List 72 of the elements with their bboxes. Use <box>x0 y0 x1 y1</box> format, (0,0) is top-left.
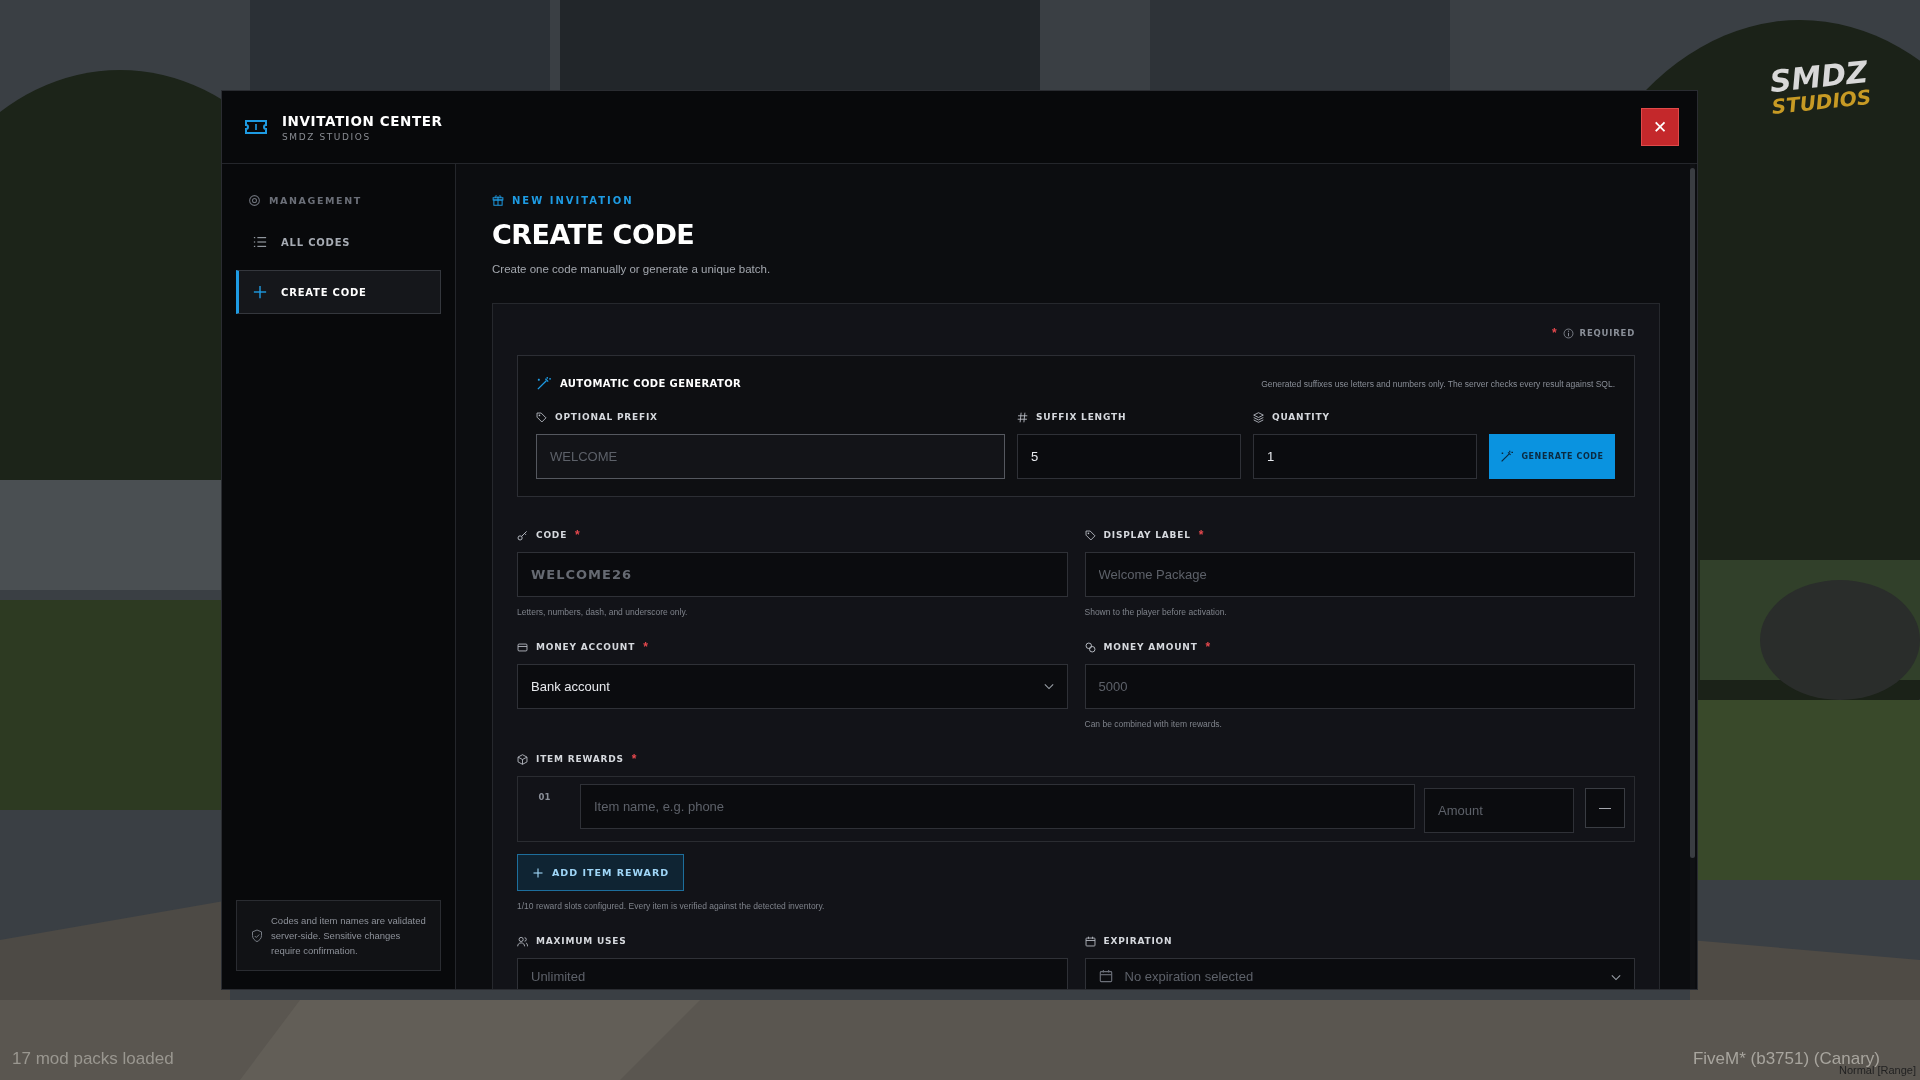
required-mark: * <box>575 528 580 542</box>
page-title: CREATE CODE <box>492 219 696 250</box>
input-field[interactable]: WELCOME26 <box>517 552 1068 597</box>
layers-icon <box>1253 411 1264 423</box>
chevron-down-icon <box>1043 683 1054 690</box>
shield-icon <box>251 928 263 943</box>
input-field[interactable]: Item name, e.g. phone <box>580 784 1415 829</box>
chevron-down-icon <box>1611 974 1621 981</box>
row-index: 01 <box>537 791 552 802</box>
input-field[interactable]: WELCOME <box>536 434 1005 479</box>
generate-button[interactable]: GENERATE CODE <box>1489 434 1615 479</box>
tag-icon <box>536 411 547 423</box>
tag-icon <box>1084 529 1096 541</box>
calendar-icon <box>1084 935 1096 947</box>
required-mark: * <box>1551 326 1557 340</box>
field-label: ITEM REWARDS <box>536 754 624 764</box>
field-label: CODE <box>536 530 568 540</box>
add-item-button[interactable]: ADD ITEM REWARD <box>517 854 685 891</box>
select-field[interactable]: Bank account <box>517 664 1068 709</box>
info-text: Codes and item names are validated server-side. Sensitive changes require confirmation. <box>271 914 426 958</box>
field-label: SUFFIX LENGTH <box>1036 412 1127 422</box>
generator-title: AUTOMATIC CODE GENERATOR <box>560 378 742 389</box>
sidebar-item[interactable]: ALL CODES <box>236 220 441 264</box>
logo: SMDZ STUDIOS <box>1767 56 1873 118</box>
input-field[interactable]: 5 <box>1017 434 1241 479</box>
required-mark: * <box>1205 640 1211 654</box>
list-icon <box>253 235 267 249</box>
required-mark: * <box>643 640 648 654</box>
window-subtitle: SMDZ STUDIOS <box>282 131 372 142</box>
plus-icon <box>532 866 544 879</box>
field-hint: Can be combined with item rewards. <box>1084 719 1223 731</box>
required-mark: * <box>1198 528 1204 542</box>
sidebar-item[interactable]: CREATE CODE <box>236 270 441 314</box>
status-text: FiveM* (b3751) (Canary) <box>1692 1049 1880 1068</box>
input-field[interactable]: 5000 <box>1084 664 1635 709</box>
input-field[interactable]: Welcome Package <box>1084 552 1635 597</box>
input-field[interactable]: Amount <box>1424 788 1574 833</box>
window-title: INVITATION CENTER <box>282 112 443 129</box>
field-label: OPTIONAL PREFIX <box>555 412 658 422</box>
field-hint: Shown to the player before activation. <box>1084 607 1228 619</box>
generator-note: Generated suffixes use letters and numbers only. The server checks every result against SQL. <box>1261 378 1615 389</box>
remove-button[interactable]: — <box>1585 788 1625 828</box>
field-label: MONEY AMOUNT <box>1103 642 1198 652</box>
calendar-icon <box>1098 969 1113 983</box>
field-label: QUANTITY <box>1272 412 1330 422</box>
gear-icon <box>248 193 261 207</box>
status-text: 17 mod packs loaded <box>12 1049 174 1069</box>
wand-icon <box>536 376 551 391</box>
ticket-icon <box>244 119 268 135</box>
required-mark: * <box>631 752 637 766</box>
users-icon <box>517 935 528 947</box>
page-subtitle: Create one code manually or generate a unique batch. <box>492 263 772 275</box>
coins-icon <box>1084 641 1096 653</box>
eyebrow-label: NEW INVITATION <box>512 194 634 206</box>
field-label: MONEY ACCOUNT <box>536 642 636 652</box>
input-field[interactable]: 1 <box>1253 434 1477 479</box>
sidebar-heading: MANAGEMENT <box>269 194 362 206</box>
field-hint: Letters, numbers, dash, and underscore only. <box>517 607 689 619</box>
field-label: MAXIMUM USES <box>536 936 627 946</box>
key-icon <box>517 529 528 541</box>
close-button[interactable]: ✕ <box>1641 108 1679 146</box>
gift-icon <box>492 194 504 206</box>
wand-icon <box>1500 450 1514 463</box>
wallet-icon <box>517 641 528 653</box>
box-icon <box>517 753 528 765</box>
plus-icon <box>253 285 267 299</box>
required-label: REQUIRED <box>1579 328 1635 338</box>
field-label: DISPLAY LABEL <box>1103 530 1191 540</box>
hash-icon <box>1017 411 1028 423</box>
field-label: EXPIRATION <box>1103 936 1173 946</box>
field-hint: 1/10 reward slots configured. Every item is verified against the detected inventory. <box>517 901 826 913</box>
info-icon <box>1562 327 1574 339</box>
